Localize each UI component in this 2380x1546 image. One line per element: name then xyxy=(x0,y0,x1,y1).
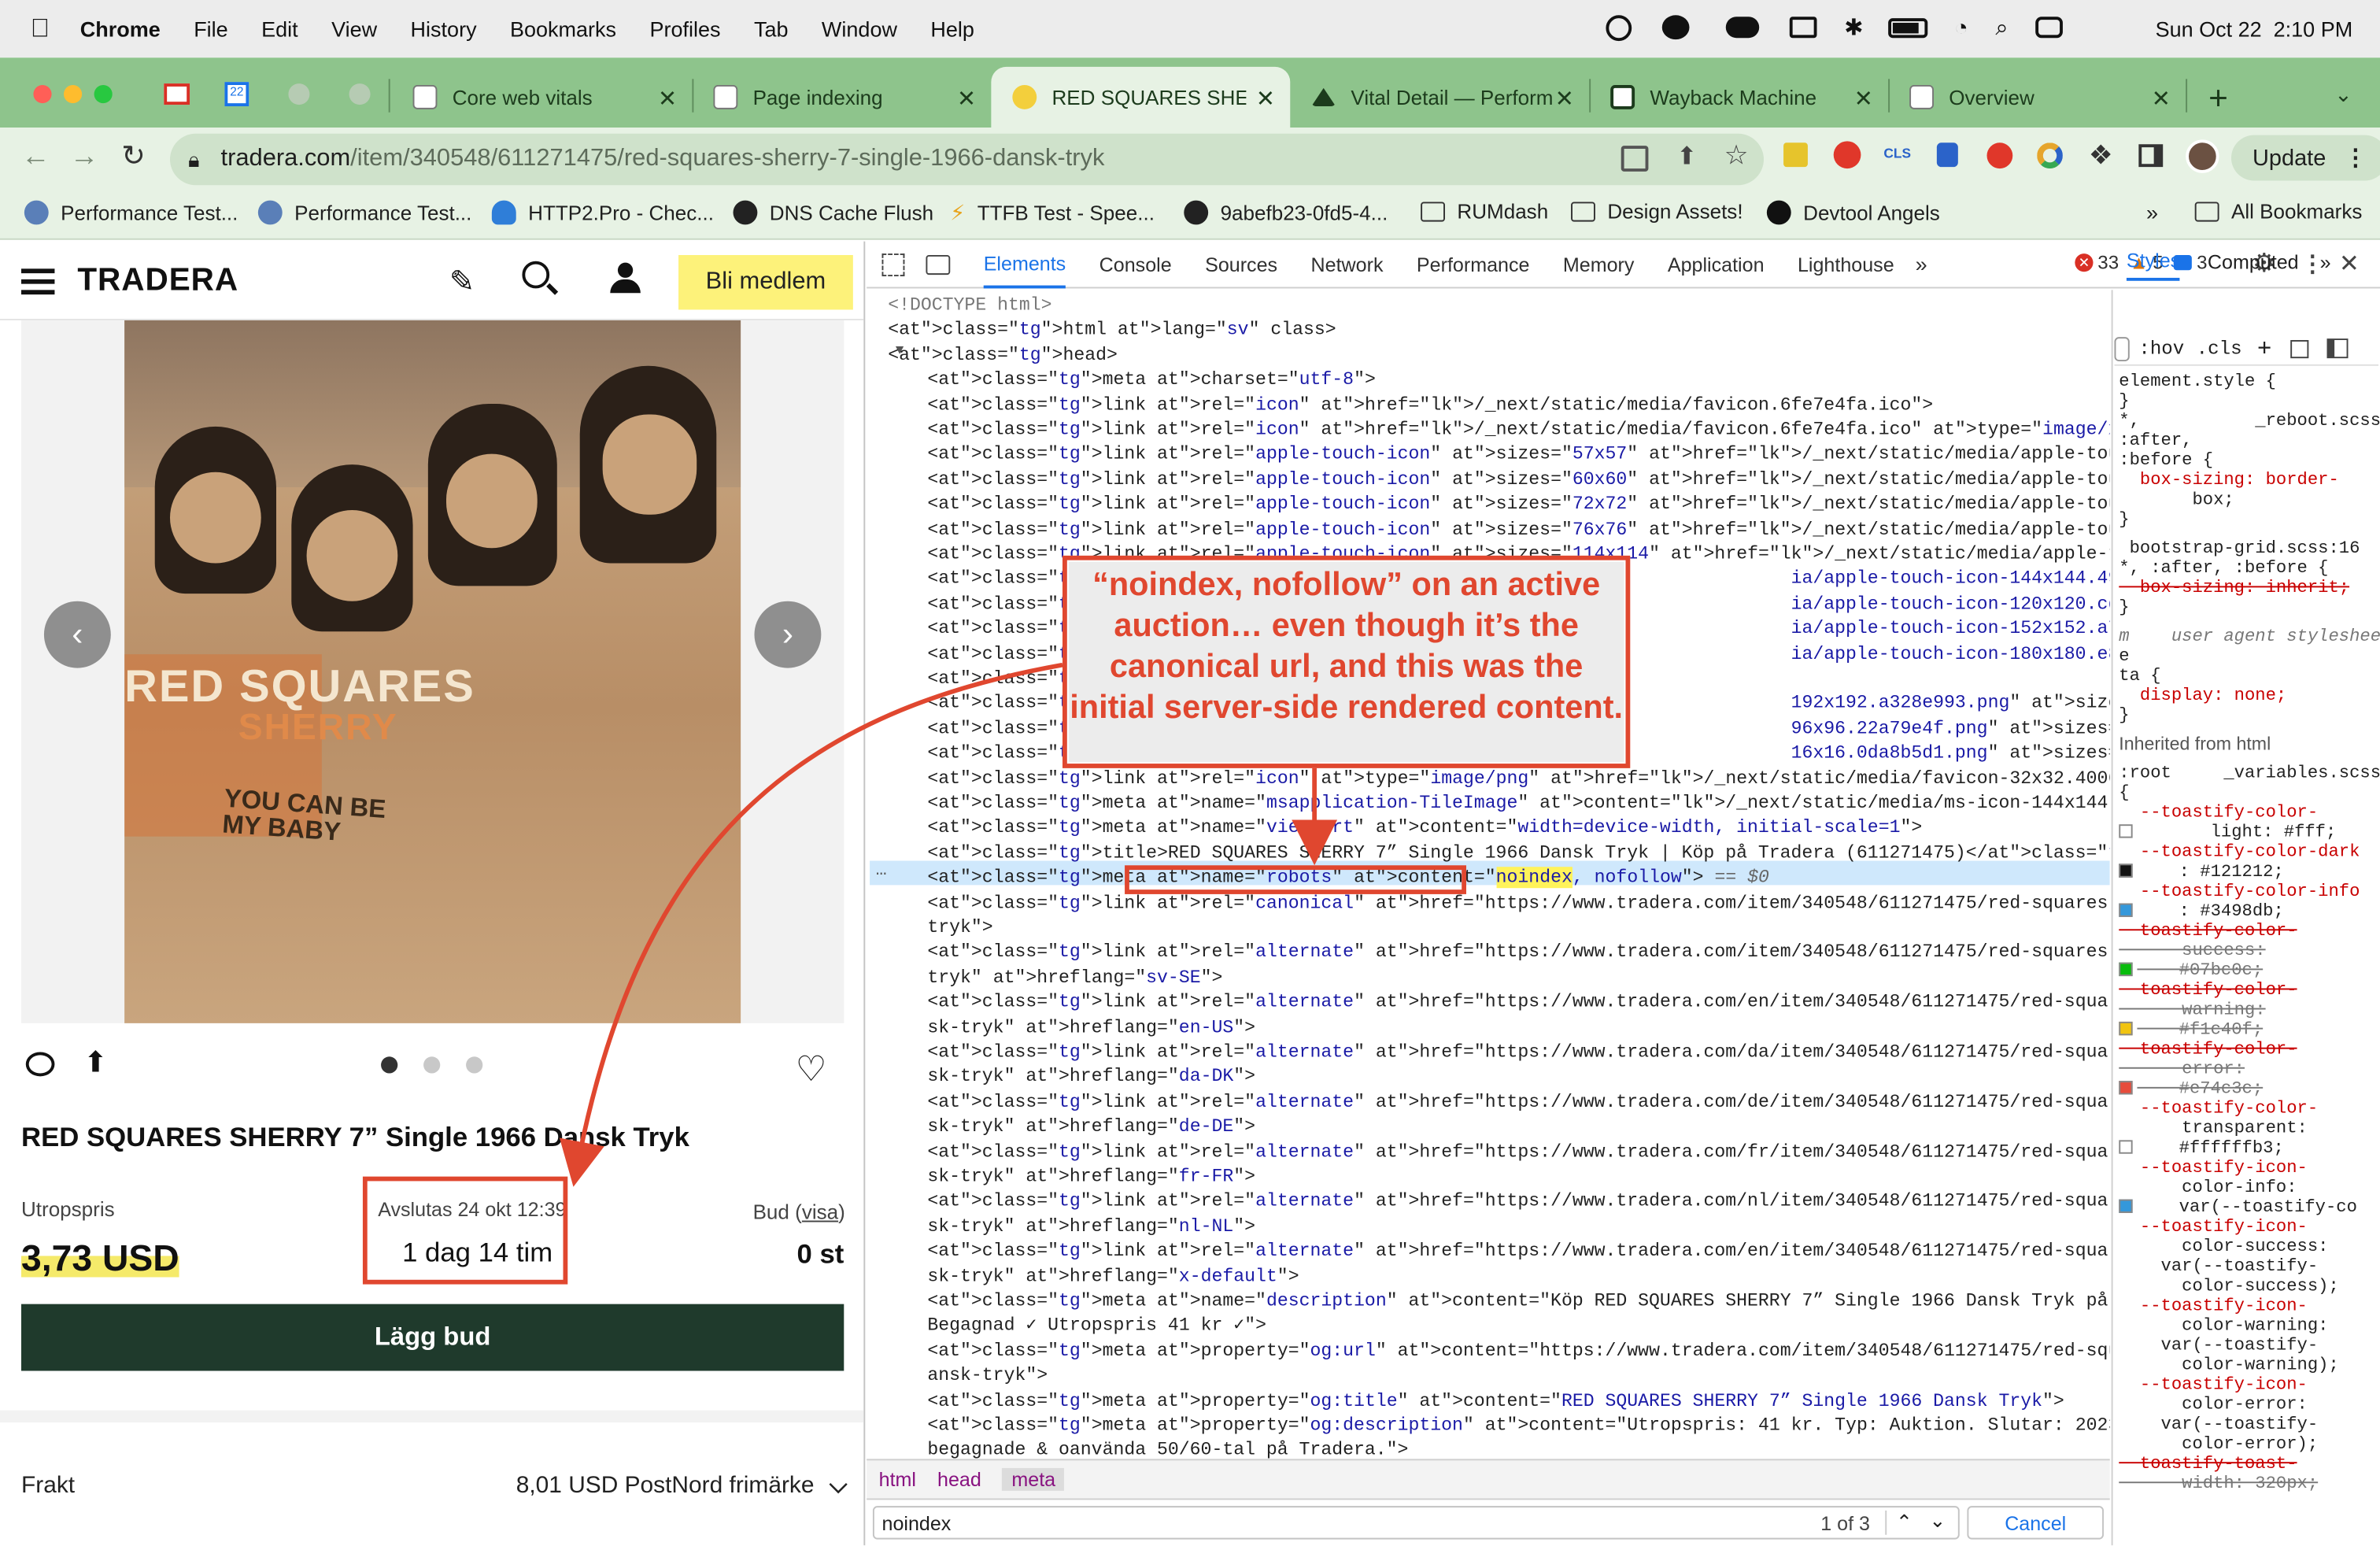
annotation-arrows xyxy=(559,662,1338,1187)
annotation-callout: “noindex, nofollow” on an active auction… xyxy=(1062,555,1631,768)
annotation-arrow xyxy=(559,662,1063,1187)
